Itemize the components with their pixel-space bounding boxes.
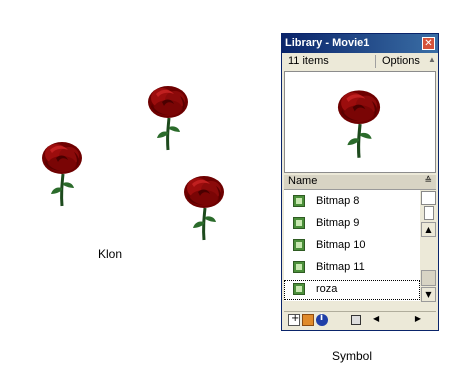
- scroll-up-button[interactable]: ▲: [421, 222, 436, 237]
- properties-button[interactable]: i: [316, 313, 328, 326]
- rose-clone-2[interactable]: [34, 136, 90, 210]
- infobar-divider: [375, 55, 376, 68]
- name-header-label: Name: [288, 175, 318, 187]
- scroll-left-icon[interactable]: ◀: [373, 314, 379, 323]
- trash-icon: [351, 315, 361, 325]
- rose-clone-3[interactable]: [176, 170, 232, 244]
- list-item-label: Bitmap 11: [316, 261, 365, 273]
- bitmap-icon: [293, 239, 305, 251]
- bitmap-icon: [293, 283, 305, 295]
- list-item[interactable]: Bitmap 10: [284, 236, 420, 256]
- list-item[interactable]: Bitmap 9: [284, 214, 420, 234]
- list-item[interactable]: Bitmap 8: [284, 192, 420, 212]
- sort-order-icon[interactable]: ≙: [424, 175, 432, 186]
- list-item-label: Bitmap 8: [316, 195, 360, 207]
- plus-icon: +: [291, 313, 300, 324]
- list-item-label: roza: [316, 283, 338, 295]
- delete-button[interactable]: [350, 314, 362, 326]
- scroll-up-icon: ▲: [425, 225, 432, 234]
- list-item-label: Bitmap 10: [316, 239, 366, 251]
- scroll-down-icon: ▼: [425, 290, 432, 299]
- scroll-down-button[interactable]: ▼: [421, 287, 436, 302]
- list-item[interactable]: Bitmap 11: [284, 258, 420, 278]
- bitmap-icon: [293, 195, 305, 207]
- rose-clone-1[interactable]: [140, 80, 196, 154]
- library-title: Library - Movie1: [285, 37, 370, 49]
- close-icon: ✕: [424, 38, 433, 49]
- close-button[interactable]: ✕: [422, 37, 435, 50]
- options-arrow-icon[interactable]: ▲: [428, 55, 436, 64]
- horizontal-scrollbar[interactable]: ◀ ▶: [371, 314, 435, 327]
- bitmap-icon: [293, 217, 305, 229]
- caption-symbol: Symbol: [332, 349, 373, 363]
- new-folder-button[interactable]: [302, 314, 314, 326]
- list-item-selected[interactable]: roza: [284, 280, 420, 300]
- bitmap-icon: [293, 261, 305, 273]
- library-titlebar[interactable]: Library - Movie1 ✕: [282, 34, 438, 53]
- scroll-thumb[interactable]: [421, 270, 436, 286]
- item-count: 11 items: [288, 55, 329, 67]
- symbol-preview: [284, 71, 436, 173]
- library-infobar: 11 items Options ▲: [284, 54, 436, 69]
- vertical-scrollbar[interactable]: ▲ ▼: [421, 222, 436, 302]
- library-bottom-toolbar: + i ◀ ▶: [284, 311, 436, 329]
- rose-preview: [336, 88, 382, 160]
- list-item-label: Bitmap 9: [316, 217, 360, 229]
- caption-klon: Klon: [98, 247, 123, 261]
- options-menu-button[interactable]: Options: [382, 55, 420, 67]
- narrow-view-button[interactable]: [424, 206, 434, 220]
- new-symbol-button[interactable]: +: [288, 313, 300, 326]
- name-column-header[interactable]: Name ≙: [284, 175, 436, 190]
- library-panel: Library - Movie1 ✕ 11 items Options ▲ Na…: [281, 33, 439, 331]
- scroll-right-icon[interactable]: ▶: [415, 314, 421, 323]
- wide-view-button[interactable]: [421, 191, 436, 205]
- info-icon: i: [320, 313, 324, 323]
- library-item-list: Bitmap 8 Bitmap 9 Bitmap 10 Bitmap 11 ro…: [284, 190, 420, 301]
